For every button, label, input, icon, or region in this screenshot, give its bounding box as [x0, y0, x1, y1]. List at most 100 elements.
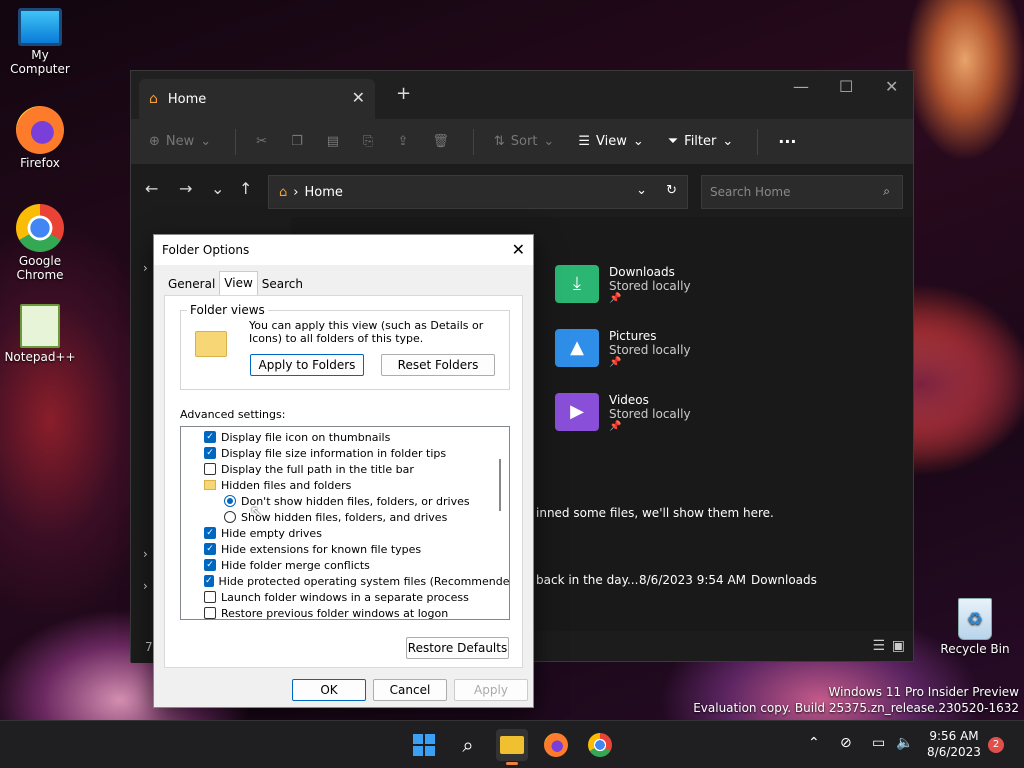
checkbox[interactable]: ✓ [204, 559, 216, 571]
new-tab-button[interactable]: + [396, 83, 411, 104]
desktop-icon-recycle-bin[interactable]: ♻ Recycle Bin [935, 598, 1015, 656]
more-options-button[interactable]: ··· [778, 132, 796, 151]
notepadpp-icon [20, 304, 60, 348]
setting-label: Hide folder merge conflicts [221, 558, 370, 572]
expand-chevron-icon[interactable]: › [143, 547, 148, 561]
filter-button[interactable]: ⏷ Filter ⌄ [668, 134, 734, 149]
display-icon[interactable]: ▭ [872, 735, 885, 751]
view-icon: ☰ [578, 134, 590, 149]
delete-button[interactable]: 🗑 [432, 134, 449, 149]
clock[interactable]: 9:56 AM 8/6/2023 [924, 728, 984, 760]
chrome-taskbar-button[interactable] [584, 729, 616, 761]
checkbox[interactable] [204, 607, 216, 619]
desktop-icon-firefox[interactable]: Firefox [0, 106, 80, 170]
paste-button[interactable]: ▤ [327, 134, 339, 149]
tab-home[interactable]: ⌂ Home ✕ [139, 79, 375, 119]
reset-folders-button[interactable]: Reset Folders [381, 354, 495, 376]
tiles-view-icon[interactable]: ▣ [892, 638, 905, 654]
show-hidden-icons-button[interactable]: ⌃ [808, 735, 820, 751]
setting-row[interactable]: ✓ Hide extensions for known file types [204, 541, 509, 557]
desktop-icon-my-computer[interactable]: My Computer [0, 8, 80, 76]
pin-icon: 📌 [609, 357, 622, 368]
up-button[interactable]: ↑ [239, 179, 252, 198]
tab-general[interactable]: General [164, 273, 219, 295]
refresh-icon[interactable]: ↻ [666, 183, 677, 198]
setting-row[interactable]: ✓ Display file icon on thumbnails [204, 429, 509, 445]
search-icon: ⌕ [883, 184, 890, 198]
minimize-button[interactable]: — [793, 77, 809, 96]
cut-button[interactable]: ✂ [256, 134, 267, 149]
folder-views-description: You can apply this view (such as Details… [249, 319, 484, 345]
folder-item-downloads[interactable]: ⤓ Downloads Stored locally 📌 [555, 265, 691, 304]
address-bar[interactable]: ⌂ › Home ⌄ ↻ [268, 175, 688, 209]
cancel-button[interactable]: Cancel [373, 679, 447, 701]
checkbox[interactable]: ✓ [204, 527, 216, 539]
folder-item-pictures[interactable]: ▲ Pictures Stored locally 📌 [555, 329, 691, 368]
radio-button[interactable] [224, 511, 236, 523]
apply-button[interactable]: Apply [454, 679, 528, 701]
tab-title: Home [167, 91, 207, 107]
checkbox[interactable]: ✓ [204, 543, 216, 555]
details-view-icon[interactable]: ☰ [872, 638, 885, 654]
chevron-down-icon: ⌄ [200, 134, 212, 149]
chevron-down-icon[interactable]: ⌄ [636, 183, 647, 198]
checkbox[interactable]: ✓ [204, 575, 214, 587]
close-dialog-button[interactable]: ✕ [512, 240, 525, 259]
start-button[interactable] [408, 729, 440, 761]
setting-label: Display file icon on thumbnails [221, 430, 391, 444]
search-input[interactable]: Search Home ⌕ [701, 175, 903, 209]
expand-chevron-icon[interactable]: › [143, 579, 148, 593]
recent-locations-button[interactable]: ⌄ [211, 179, 224, 198]
new-button[interactable]: ⊕ New ⌄ [149, 134, 211, 149]
setting-row[interactable]: Launch folder windows in a separate proc… [204, 589, 509, 605]
volume-icon[interactable]: 🔈 [896, 735, 913, 751]
setting-label: Display the full path in the title bar [221, 462, 414, 476]
close-tab-icon[interactable]: ✕ [352, 88, 365, 107]
checkbox[interactable]: ✓ [204, 431, 216, 443]
firefox-taskbar-button[interactable] [540, 729, 572, 761]
sort-button[interactable]: ⇅ Sort ⌄ [494, 134, 554, 149]
close-window-button[interactable]: ✕ [885, 77, 898, 96]
setting-row[interactable]: ✓ Hide protected operating system files (… [204, 573, 509, 589]
desktop-icon-notepadpp[interactable]: Notepad++ [0, 304, 80, 364]
folder-item-videos[interactable]: ▶ Videos Stored locally 📌 [555, 393, 691, 432]
apply-to-folders-button[interactable]: Apply to Folders [250, 354, 364, 376]
setting-row[interactable]: Hidden files and folders [204, 477, 509, 493]
notification-badge[interactable]: 2 [988, 737, 1004, 753]
folder-name: Downloads [609, 265, 675, 279]
forward-button[interactable]: → [179, 179, 192, 198]
tab-view[interactable]: View [219, 271, 258, 295]
file-explorer-taskbar-button[interactable] [496, 729, 528, 765]
radio-button[interactable] [224, 495, 236, 507]
network-off-icon[interactable]: ⊘ [840, 735, 852, 751]
new-label: New [165, 134, 195, 149]
maximize-button[interactable]: ☐ [839, 77, 853, 96]
rename-button[interactable]: ⎘ [363, 134, 373, 149]
checkbox[interactable] [204, 591, 216, 603]
advanced-settings-list[interactable]: ✓ Display file icon on thumbnails ✓ Display… [180, 426, 510, 620]
share-button[interactable]: ⇪ [397, 134, 408, 149]
watermark-line-1: Windows 11 Pro Insider Preview [828, 685, 1019, 699]
breadcrumb-home[interactable]: Home [304, 185, 342, 200]
checkbox[interactable] [204, 463, 216, 475]
tab-search[interactable]: Search [258, 273, 307, 295]
checkbox[interactable]: ✓ [204, 447, 216, 459]
view-button[interactable]: ☰ View ⌄ [578, 134, 643, 149]
desktop-icon-chrome[interactable]: Google Chrome [0, 204, 80, 282]
setting-label: Hide protected operating system files (R… [218, 574, 510, 588]
ok-button[interactable]: OK [292, 679, 366, 701]
setting-row[interactable]: ✓ Display file size information in folder… [204, 445, 509, 461]
scissors-icon: ✂ [256, 134, 268, 149]
back-button[interactable]: ← [145, 179, 158, 198]
setting-row[interactable]: Display the full path in the title bar [204, 461, 509, 477]
search-taskbar-button[interactable]: ⌕ [452, 729, 484, 761]
setting-row[interactable]: ✓ Hide empty drives [204, 525, 509, 541]
recent-file-row[interactable]: back in the day... 8/6/2023 9:54 AM Down… [536, 573, 817, 587]
scrollbar-thumb[interactable] [499, 459, 501, 511]
copy-button[interactable]: ❐ [291, 134, 303, 149]
setting-row[interactable]: ✓ Hide folder merge conflicts [204, 557, 509, 573]
restore-defaults-button[interactable]: Restore Defaults [406, 637, 509, 659]
setting-row[interactable]: Restore previous folder windows at logon [204, 605, 509, 619]
item-count: 7 [145, 640, 153, 654]
expand-chevron-icon[interactable]: › [143, 261, 148, 275]
